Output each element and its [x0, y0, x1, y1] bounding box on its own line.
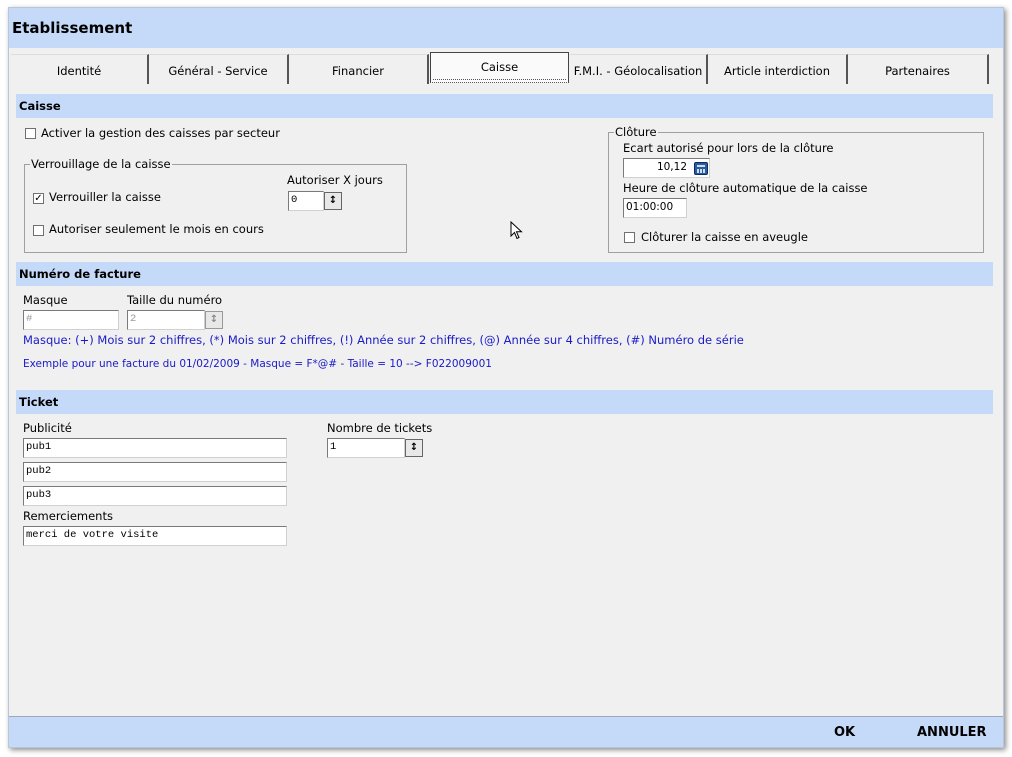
allow-days-input[interactable]: 0	[288, 191, 324, 211]
allowed-gap-label: Ecart autorisé pour lors de la clôture	[623, 141, 834, 155]
calculator-icon[interactable]	[694, 162, 708, 175]
section-header-ticket: Ticket	[16, 390, 993, 414]
number-size-spin-icon[interactable]: ↕	[205, 311, 223, 329]
tab-identite[interactable]: Identité	[11, 54, 149, 84]
auto-closure-time-label: Heure de clôture automatique de la caiss…	[623, 181, 868, 195]
thanks-label: Remerciements	[23, 509, 113, 523]
advertising-line-1-input[interactable]: pub1	[23, 438, 287, 458]
ticket-count-label: Nombre de tickets	[327, 421, 433, 435]
thanks-input[interactable]: merci de votre visite	[23, 526, 287, 546]
number-size-label: Taille du numéro	[127, 293, 223, 307]
ticket-count-spin-icon[interactable]: ↕	[405, 439, 423, 457]
mask-label: Masque	[23, 293, 68, 307]
tab-caisse[interactable]: Caisse	[430, 52, 569, 83]
mouse-cursor-icon	[510, 221, 523, 240]
number-size-input[interactable]: 2	[127, 310, 205, 330]
tab-fmi-geolocalisation[interactable]: F.M.I. - Géolocalisation	[570, 54, 708, 84]
current-month-only-label: Autoriser seulement le mois en cours	[49, 222, 264, 236]
window-title: Etablissement	[12, 19, 133, 37]
tab-bar: Identité Général - Service Financier Cai…	[9, 52, 1003, 86]
tab-financier[interactable]: Financier	[289, 54, 429, 84]
sector-management-label: Activer la gestion des caisses par secte…	[41, 126, 280, 140]
lock-register-label: Verrouiller la caisse	[49, 190, 161, 204]
section-header-caisse: Caisse	[16, 94, 993, 118]
tab-general-service[interactable]: Général - Service	[149, 54, 289, 84]
footer-bar: OK ANNULER	[9, 716, 1003, 747]
title-bar: Etablissement	[9, 8, 1003, 48]
ticket-count-input[interactable]: 1	[327, 438, 405, 458]
advertising-line-3-input[interactable]: pub3	[23, 486, 287, 506]
cancel-button[interactable]: ANNULER	[917, 725, 987, 740]
ok-button[interactable]: OK	[834, 725, 855, 740]
lock-register-checkbox[interactable]: ✓	[33, 193, 44, 204]
advertising-label: Publicité	[23, 421, 72, 435]
current-month-only-checkbox[interactable]	[33, 225, 44, 236]
blind-closure-label: Clôturer la caisse en aveugle	[641, 230, 808, 244]
allow-days-spin-icon[interactable]: ↕	[324, 192, 342, 210]
mask-input[interactable]: #	[23, 310, 119, 330]
mask-example-text: Exemple pour une facture du 01/02/2009 -…	[23, 358, 492, 370]
closure-group-legend: Clôture	[614, 125, 658, 139]
advertising-line-2-input[interactable]: pub2	[23, 462, 287, 482]
lock-group-legend: Verrouillage de la caisse	[30, 157, 172, 171]
sector-management-checkbox[interactable]	[25, 128, 36, 139]
tab-partenaires[interactable]: Partenaires	[848, 54, 989, 84]
blind-closure-checkbox[interactable]	[624, 232, 635, 243]
auto-closure-time-input[interactable]: 01:00:00	[623, 198, 687, 218]
section-header-invoice-number: Numéro de facture	[16, 262, 993, 286]
allow-days-label: Autoriser X jours	[287, 173, 383, 187]
mask-help-text: Masque: (+) Mois sur 2 chiffres, (*) Moi…	[23, 333, 744, 347]
tab-article-interdiction[interactable]: Article interdiction	[708, 54, 848, 84]
etablissement-window: Etablissement Identité Général - Service…	[8, 7, 1004, 748]
